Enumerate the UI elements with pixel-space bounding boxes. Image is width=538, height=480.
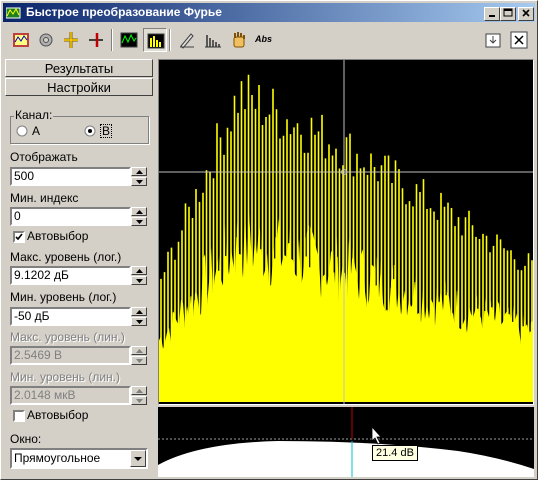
open-button[interactable] bbox=[9, 28, 33, 52]
min-level-log-spinner[interactable] bbox=[131, 307, 147, 326]
window-fn-label: Окно: bbox=[10, 432, 42, 446]
bar-chart-icon bbox=[205, 35, 221, 48]
radio-b[interactable] bbox=[84, 125, 96, 137]
fft-window: Быстрое преобразование Фурье Abs Результ… bbox=[0, 0, 538, 480]
max-level-lin-field: 2.5469 В bbox=[10, 346, 131, 365]
min-level-log-field[interactable]: -50 дБ bbox=[10, 307, 131, 326]
max-level-lin-spinner bbox=[131, 346, 147, 365]
close-icon bbox=[510, 31, 528, 49]
toolbar-separator bbox=[111, 29, 113, 51]
cursor-button[interactable] bbox=[59, 28, 83, 52]
hand-icon bbox=[233, 32, 245, 48]
hand-button[interactable] bbox=[227, 28, 251, 52]
channel-group: Канал: A B bbox=[10, 108, 149, 144]
bars-button[interactable] bbox=[201, 28, 225, 52]
auto-select-checkbox-2[interactable] bbox=[13, 410, 25, 422]
maximize-button[interactable] bbox=[500, 7, 516, 21]
settings-panel: Результаты Настройки Канал: A B Отобража… bbox=[5, 58, 153, 477]
min-index-field[interactable]: 0 bbox=[10, 207, 131, 226]
mouse-pointer-icon bbox=[371, 425, 382, 445]
min-index-spinner[interactable] bbox=[131, 207, 147, 226]
spectrum-button[interactable] bbox=[143, 28, 167, 52]
overview-svg bbox=[158, 407, 534, 477]
overview-envelope bbox=[158, 441, 534, 477]
tab-settings[interactable]: Настройки bbox=[5, 78, 153, 96]
chevron-down-icon bbox=[134, 457, 142, 461]
toolbar-separator bbox=[169, 29, 171, 51]
channel-label: Канал: bbox=[14, 108, 54, 122]
close-icon bbox=[522, 9, 530, 17]
auto-select-label-2: Автовыбор bbox=[27, 408, 89, 422]
radio-a-label: A bbox=[32, 124, 41, 138]
dropdown-arrow[interactable] bbox=[130, 450, 146, 467]
minimize-icon bbox=[489, 15, 495, 17]
max-level-log-label: Макс. уровень (лог.) bbox=[10, 250, 122, 264]
marker-button[interactable] bbox=[84, 28, 108, 52]
max-level-lin-label: Макс. уровень (лин.) bbox=[10, 330, 125, 344]
max-level-log-field[interactable]: 9.1202 дБ bbox=[10, 266, 131, 285]
settings-button[interactable] bbox=[34, 28, 58, 52]
overview-strip[interactable] bbox=[158, 405, 534, 477]
cursor-cross-icon bbox=[64, 32, 78, 48]
radio-a[interactable] bbox=[16, 125, 28, 137]
min-level-lin-spinner bbox=[131, 386, 147, 405]
title-bar[interactable]: Быстрое преобразование Фурье bbox=[3, 3, 535, 22]
export-icon bbox=[485, 33, 501, 48]
app-icon bbox=[6, 7, 21, 19]
draw-button[interactable] bbox=[175, 28, 199, 52]
window-title: Быстрое преобразование Фурье bbox=[26, 5, 222, 19]
toolbar: Abs bbox=[3, 25, 535, 57]
abs-button[interactable]: Abs bbox=[253, 28, 277, 52]
auto-select-checkbox-1[interactable] bbox=[13, 231, 25, 243]
marker-icon bbox=[89, 33, 103, 47]
maximize-icon bbox=[503, 8, 513, 17]
display-spinner[interactable] bbox=[131, 167, 147, 186]
display-field[interactable]: 500 bbox=[10, 167, 131, 186]
min-level-log-label: Мин. уровень (лог.) bbox=[10, 290, 117, 304]
check-icon bbox=[15, 233, 23, 241]
auto-select-label-1: Автовыбор bbox=[27, 229, 89, 243]
close-panel-button[interactable] bbox=[507, 28, 531, 52]
radio-b-label: B bbox=[100, 124, 113, 138]
display-label: Отображать bbox=[10, 150, 78, 164]
signal-file-icon bbox=[13, 33, 29, 47]
tab-results[interactable]: Результаты bbox=[5, 59, 153, 77]
export-button[interactable] bbox=[481, 28, 505, 52]
gear-icon bbox=[39, 33, 53, 47]
min-level-lin-field: 2.0148 мкВ bbox=[10, 386, 131, 405]
spectrum-svg bbox=[159, 60, 533, 404]
window-fn-select[interactable]: Прямоугольное bbox=[10, 448, 148, 469]
minimize-button[interactable] bbox=[484, 7, 500, 21]
max-level-log-spinner[interactable] bbox=[131, 266, 147, 285]
waveform-button[interactable] bbox=[117, 28, 141, 52]
abs-label: Abs bbox=[255, 34, 273, 44]
spectrum-icon bbox=[147, 33, 165, 49]
min-index-label: Мин. индекс bbox=[10, 191, 79, 205]
waveform-icon bbox=[120, 32, 138, 48]
spectrum-plot[interactable] bbox=[158, 59, 534, 405]
pen-icon bbox=[180, 33, 194, 49]
close-button[interactable] bbox=[518, 7, 534, 21]
window-fn-value: Прямоугольное bbox=[14, 451, 101, 465]
level-tooltip: 21.4 dB bbox=[372, 445, 418, 461]
min-level-lin-label: Мин. уровень (лин.) bbox=[10, 370, 120, 384]
